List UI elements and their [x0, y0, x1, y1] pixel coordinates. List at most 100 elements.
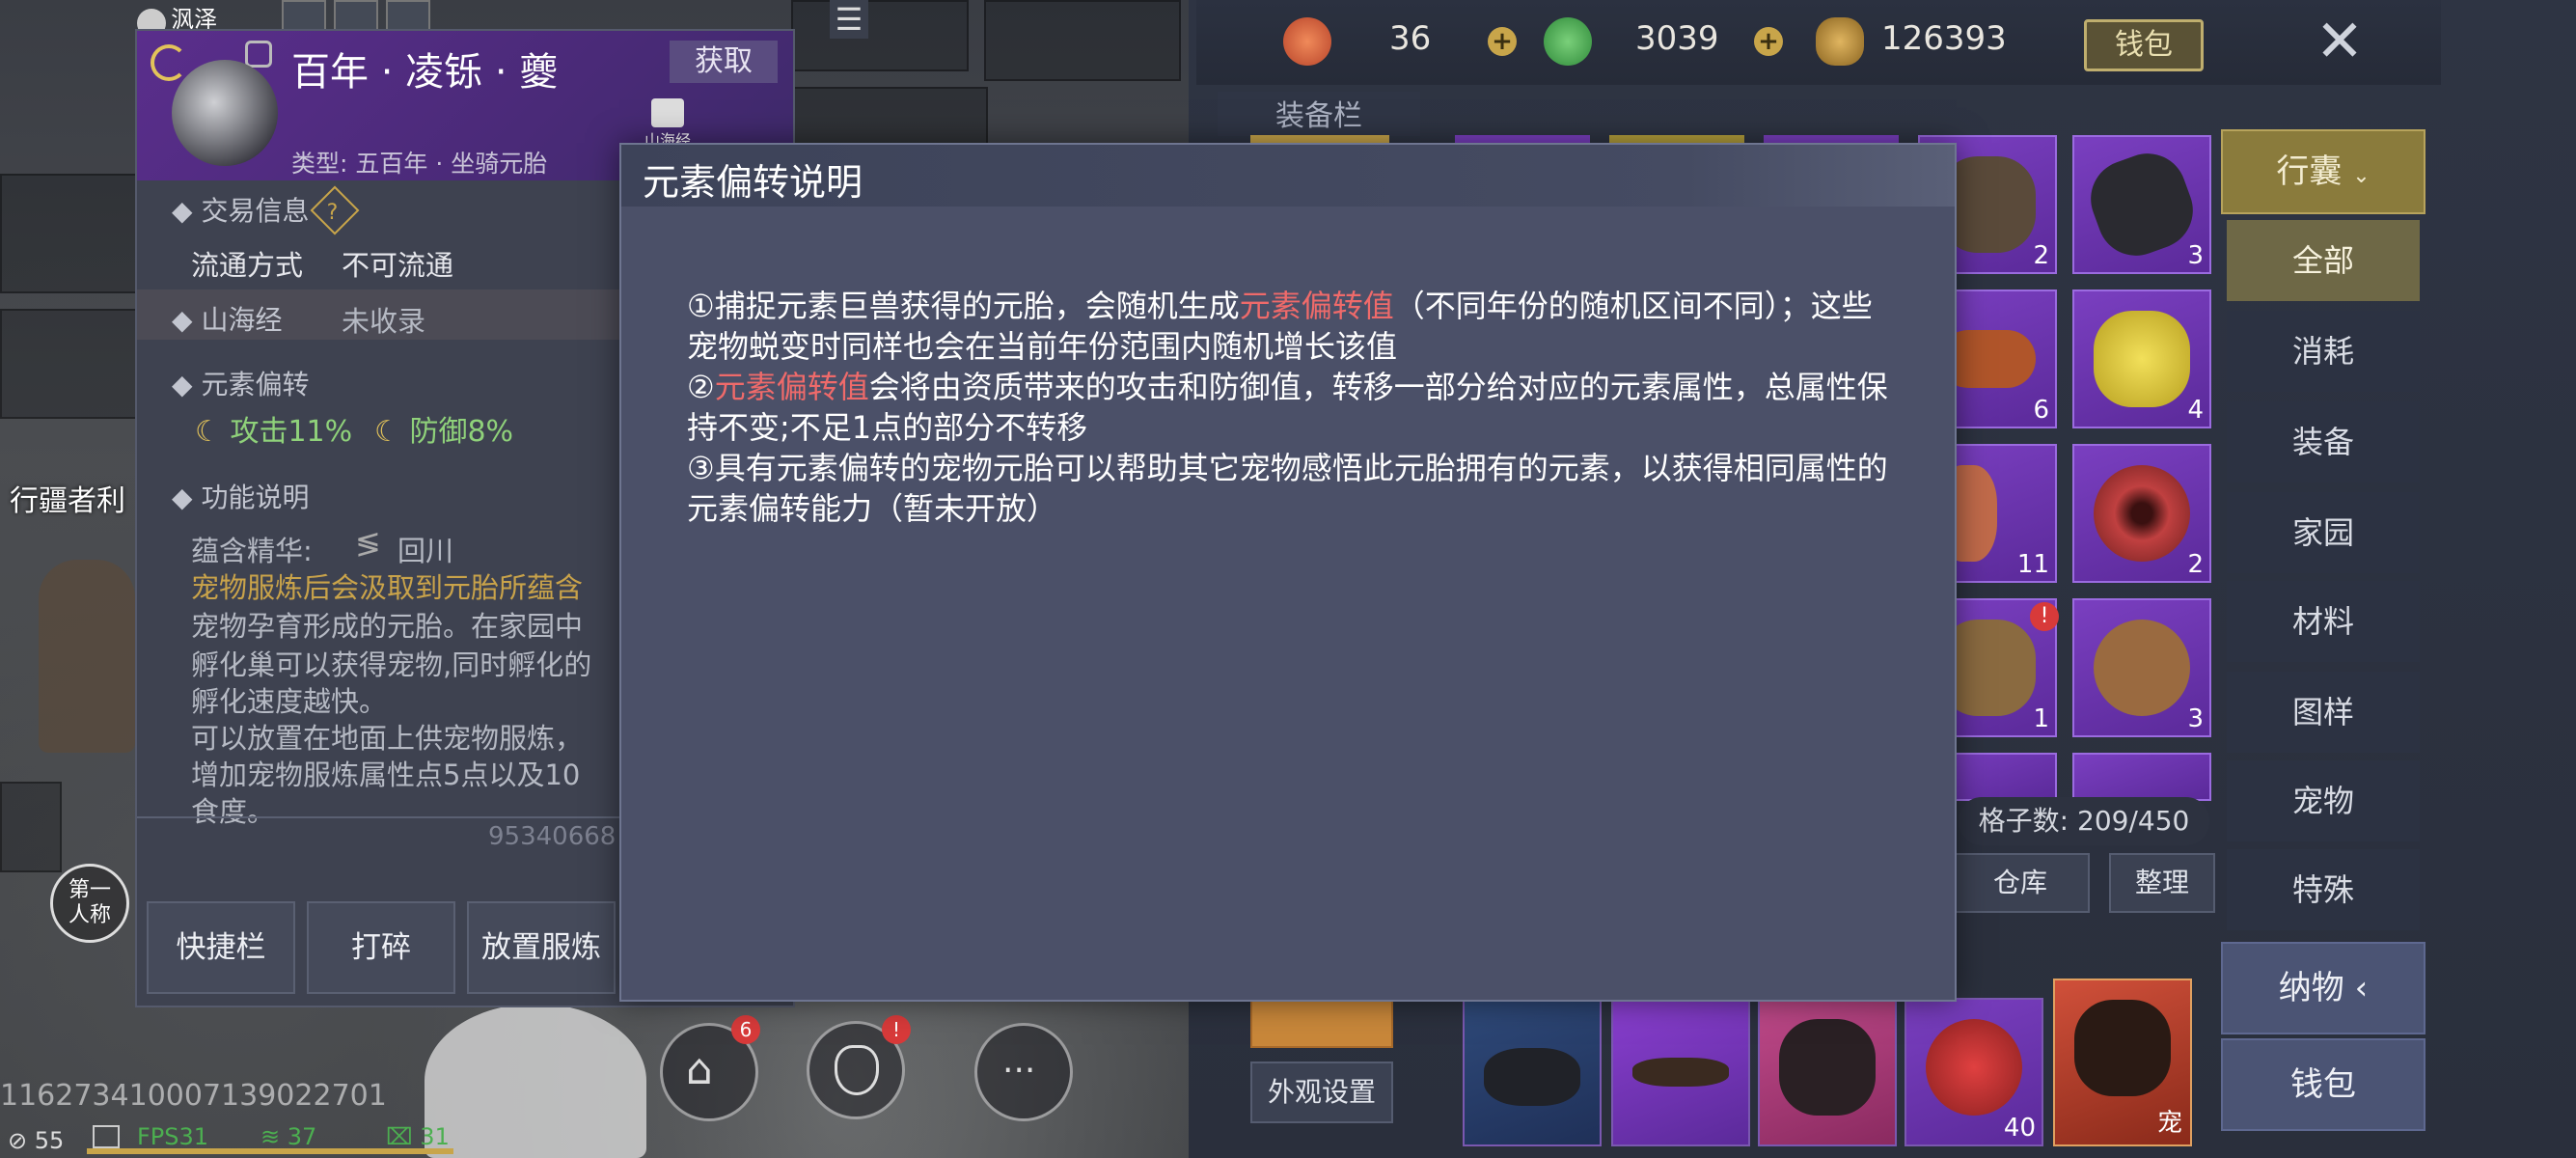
slot-count: 40	[2003, 1114, 2036, 1143]
appearance-settings-button[interactable]: 外观设置	[1250, 1062, 1393, 1123]
p2-text-a: ②	[687, 369, 715, 405]
red-swirl-coin-icon	[1283, 17, 1331, 66]
net-readout: ⌧ 31	[386, 1123, 450, 1150]
dialog-title: 元素偏转说明	[643, 161, 863, 204]
bottom-slot-claw[interactable]	[1758, 998, 1897, 1146]
dialog-paragraph-1: ①捕捉元素巨兽获得的元胎，会随机生成元素偏转值（不同年份的随机区间不同）；这些宠…	[687, 286, 1903, 367]
item-code: 95340668	[488, 822, 617, 851]
essence-value: 回川	[397, 535, 454, 567]
function-title: ◆ 功能说明	[172, 482, 310, 513]
category-material[interactable]: 材料	[2227, 581, 2420, 662]
ping-value: 55	[34, 1127, 65, 1154]
break-button[interactable]: 打碎	[307, 901, 455, 994]
shanhai-row-label: ◆ 山海经	[172, 304, 283, 336]
obtain-button[interactable]: 获取	[670, 41, 778, 83]
bottom-slot-rifle[interactable]	[1611, 998, 1750, 1146]
inventory-slot[interactable]: 2	[2072, 444, 2211, 583]
chevron-left-icon: ‹	[2354, 969, 2369, 1007]
inventory-slot[interactable]: 4	[2072, 290, 2211, 428]
scroll-icon	[2094, 620, 2190, 716]
category-nawu-button[interactable]: 纳物 ‹	[2221, 942, 2425, 1034]
divider	[137, 816, 619, 818]
warehouse-button[interactable]: 仓库	[1951, 853, 2090, 913]
p1-text-a: ①捕捉元素巨兽获得的元胎，会随机生成	[687, 288, 1240, 324]
defense-value: 防御8%	[409, 415, 514, 449]
add-currency-1-button[interactable]: +	[1488, 27, 1517, 56]
category-all[interactable]: 全部	[2227, 220, 2420, 301]
item-title: 百年 · 凌铄 · 夔	[291, 50, 559, 95]
trade-info-title: ◆ 交易信息 ?	[172, 185, 360, 235]
berries-icon	[1926, 1019, 2022, 1116]
jade-coin-icon	[1544, 17, 1592, 66]
currency-value-1: 36	[1389, 19, 1432, 58]
bottom-slot-berries[interactable]: 40	[1905, 998, 2043, 1146]
description-line: 增加宠物服炼属性点5点以及10	[191, 758, 581, 791]
category-pet[interactable]: 宠物	[2227, 760, 2420, 841]
inventory-slot[interactable]: 3	[2072, 598, 2211, 737]
bag-icon	[835, 1045, 879, 1095]
sort-button[interactable]: 整理	[2109, 853, 2215, 913]
battery-icon	[93, 1125, 120, 1148]
moon-icon: ☾	[374, 415, 400, 449]
quest-tracker-text[interactable]: 行疆者利	[10, 477, 125, 519]
category-equipment[interactable]: 装备	[2227, 401, 2420, 482]
add-currency-2-button[interactable]: +	[1754, 27, 1783, 56]
dialog-body: ①捕捉元素巨兽获得的元胎，会随机生成元素偏转值（不同年份的随机区间不同）；这些宠…	[687, 286, 1903, 529]
inventory-slot-partial[interactable]	[2072, 753, 2211, 801]
pet-weapon-icon	[2074, 1000, 2171, 1096]
rifle-icon	[1632, 1058, 1729, 1087]
wallet-button[interactable]: 钱包	[2084, 19, 2204, 71]
category-blueprint[interactable]: 图样	[2227, 672, 2420, 753]
exp-bar	[87, 1148, 453, 1154]
npc-figure	[39, 560, 135, 753]
claw-icon	[1779, 1019, 1876, 1116]
view-toggle-button[interactable]: 第一人称	[50, 864, 129, 943]
trade-title-text: 交易信息	[201, 195, 310, 227]
player-character	[425, 1004, 646, 1158]
description-line: 可以放置在地面上供宠物服炼，	[191, 722, 584, 755]
chat-button[interactable]: ···	[974, 1023, 1073, 1121]
dialog-paragraph-2: ②元素偏转值会将由资质带来的攻击和防御值，转移一部分给对应的元素属性，总属性保持…	[687, 367, 1903, 448]
new-item-badge: !	[2030, 602, 2059, 631]
bottom-slot-pet-weapon[interactable]: 宠	[2053, 979, 2192, 1146]
tab-equipment[interactable]: 装备栏	[1218, 92, 1420, 136]
description-line: 宠物孕育形成的元胎。在家园中	[191, 610, 584, 643]
bottom-slot-crossbow[interactable]	[1463, 998, 1602, 1146]
category-consumable[interactable]: 消耗	[2227, 311, 2420, 392]
category-home[interactable]: 家园	[2227, 492, 2420, 573]
category-xingnang-button[interactable]: 行囊 ⌄	[2221, 129, 2425, 214]
inventory-slot[interactable]: 3	[2072, 135, 2211, 274]
fps-readout: FPS31	[137, 1123, 209, 1150]
ping-readout: ⊘ 55	[8, 1127, 65, 1154]
circulation-value: 不可流通	[342, 249, 454, 282]
dialog-header: 元素偏转说明	[621, 145, 1955, 207]
function-title-text: 功能说明	[201, 482, 310, 513]
category-special[interactable]: 特殊	[2227, 849, 2420, 930]
currency-bar: 36 + 3039 + 126393	[1196, 0, 2441, 85]
attack-value: 攻击11%	[230, 415, 353, 449]
description-line: 孵化速度越快。	[191, 685, 388, 718]
p1-highlight: 元素偏转值	[1239, 288, 1394, 324]
home-badge: 6	[731, 1015, 760, 1044]
description-line: 孵化巢可以获得宠物,同时孵化的	[191, 648, 592, 681]
category-wallet-button[interactable]: 钱包	[2221, 1038, 2425, 1131]
element-title-text: 元素偏转	[201, 369, 310, 400]
place-train-button[interactable]: 放置服炼	[467, 901, 616, 994]
attack-element: ☾ 攻击11%	[195, 407, 352, 450]
slot-count: 4	[2187, 396, 2204, 425]
menu-list-icon[interactable]: ☰	[830, 0, 868, 39]
quickbar-button[interactable]: 快捷栏	[147, 901, 295, 994]
link-icon[interactable]	[245, 41, 272, 68]
dialog-paragraph-3: ③具有元素偏转的宠物元胎可以帮助其它宠物感悟此元胎拥有的元素，以获得相同属性的元…	[687, 450, 1888, 527]
help-icon[interactable]: ?	[310, 185, 360, 235]
book-icon	[651, 98, 684, 127]
dark-scale-icon	[2079, 142, 2205, 267]
crossbow-icon	[1484, 1048, 1580, 1106]
close-icon[interactable]: ✕	[2306, 8, 2373, 75]
player-id: 116273410007139022701	[0, 1079, 387, 1113]
equip-slot-bottom[interactable]	[1250, 998, 1393, 1048]
essence-icon: ≶	[355, 525, 381, 562]
p2-highlight: 元素偏转值	[714, 369, 869, 405]
slot-count: 2	[2187, 550, 2204, 579]
slot-count: 3	[2187, 241, 2204, 270]
